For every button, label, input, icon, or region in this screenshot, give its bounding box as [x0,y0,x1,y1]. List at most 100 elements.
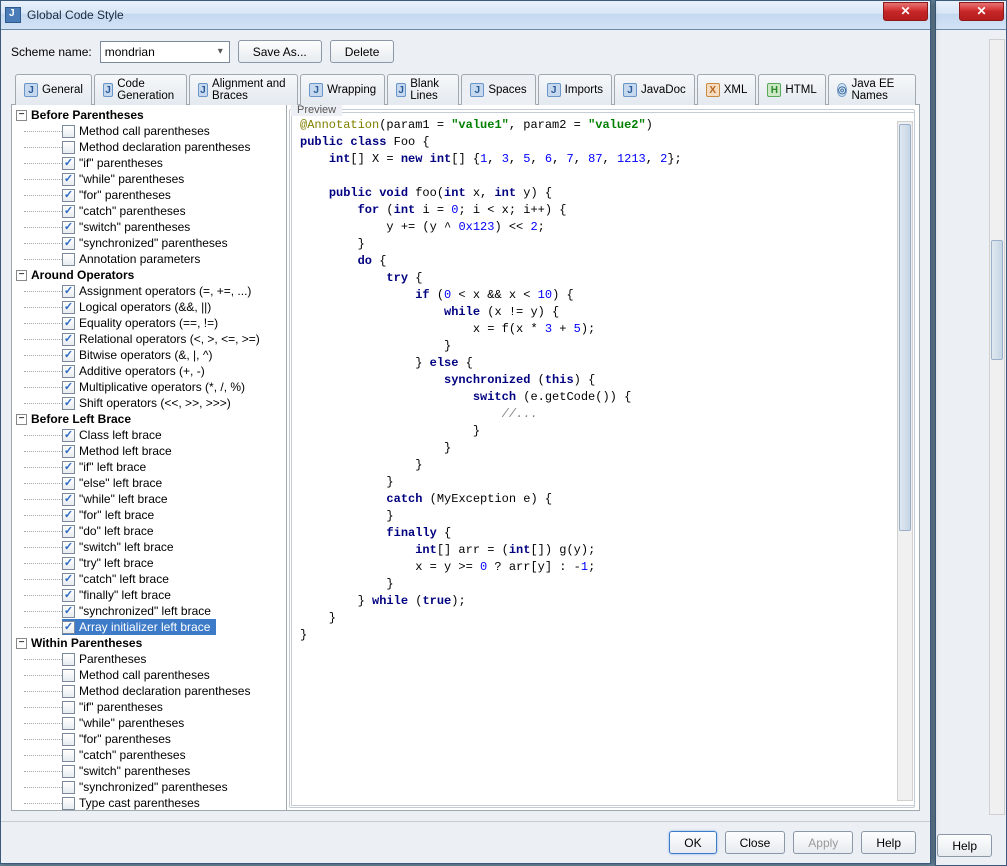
tree-checkbox[interactable] [62,621,75,634]
tree-item[interactable]: "synchronized" parentheses [12,779,286,795]
tree-item[interactable]: "finally" left brace [12,587,286,603]
titlebar[interactable]: Global Code Style ✕ [1,1,930,30]
tree-item[interactable]: "catch" parentheses [12,747,286,763]
save-as-button[interactable]: Save As... [238,40,322,63]
tree-item[interactable]: Method declaration parentheses [12,683,286,699]
tree-item[interactable]: Bitwise operators (&, |, ^) [12,347,286,363]
tree-checkbox[interactable] [62,333,75,346]
tab-spaces[interactable]: JSpaces [461,74,535,105]
tree-checkbox[interactable] [62,573,75,586]
background-scrollbar[interactable] [989,39,1005,815]
tree-checkbox[interactable] [62,605,75,618]
tree-checkbox[interactable] [62,349,75,362]
apply-button[interactable]: Apply [793,831,853,854]
tree-checkbox[interactable] [62,765,75,778]
tree-checkbox[interactable] [62,685,75,698]
tree-checkbox[interactable] [62,669,75,682]
tree-item[interactable]: "for" parentheses [12,187,286,203]
tree-item[interactable]: Array initializer left brace [12,619,286,635]
tree-header[interactable]: −Before Parentheses [12,107,286,123]
tree-checkbox[interactable] [62,189,75,202]
tree-item[interactable]: Method left brace [12,443,286,459]
tree-header[interactable]: −Before Left Brace [12,411,286,427]
tree-item[interactable]: "for" parentheses [12,731,286,747]
tree-checkbox[interactable] [62,125,75,138]
tree-checkbox[interactable] [62,717,75,730]
ok-button[interactable]: OK [669,831,716,854]
tree-item[interactable]: Equality operators (==, !=) [12,315,286,331]
tree-checkbox[interactable] [62,589,75,602]
preview-code[interactable]: @Annotation(param1 = "value1", param2 = … [291,112,915,806]
tree-checkbox[interactable] [62,301,75,314]
tree-item[interactable]: "catch" parentheses [12,203,286,219]
tree-checkbox[interactable] [62,541,75,554]
tab-alignment-and-braces[interactable]: JAlignment and Braces [189,74,298,105]
tab-javadoc[interactable]: JJavaDoc [614,74,695,105]
tree-toggle-icon[interactable]: − [16,638,27,649]
tree-item[interactable]: Multiplicative operators (*, /, %) [12,379,286,395]
tree-item[interactable]: "switch" left brace [12,539,286,555]
tree-checkbox[interactable] [62,797,75,810]
close-button[interactable]: ✕ [883,2,928,21]
tree-checkbox[interactable] [62,237,75,250]
scrollbar-thumb[interactable] [991,240,1003,360]
tree-item[interactable]: "do" left brace [12,523,286,539]
tree-checkbox[interactable] [62,365,75,378]
preview-scrollbar[interactable] [897,121,913,801]
tree-item[interactable]: "try" left brace [12,555,286,571]
tree-item[interactable]: "if" left brace [12,459,286,475]
tree-item[interactable]: "switch" parentheses [12,763,286,779]
close-dialog-button[interactable]: Close [725,831,786,854]
tree-checkbox[interactable] [62,141,75,154]
tree-toggle-icon[interactable]: − [16,414,27,425]
background-close-button[interactable]: ✕ [959,2,1004,21]
tree-item[interactable]: Method call parentheses [12,123,286,139]
tree-item[interactable]: Assignment operators (=, +=, ...) [12,283,286,299]
tree-item[interactable]: Relational operators (<, >, <=, >=) [12,331,286,347]
tree-item[interactable]: Shift operators (<<, >>, >>>) [12,395,286,411]
tree-header[interactable]: −Around Operators [12,267,286,283]
tree-item[interactable]: Class left brace [12,427,286,443]
scheme-select[interactable]: mondrian [100,41,230,63]
tree-checkbox[interactable] [62,445,75,458]
tree-checkbox[interactable] [62,285,75,298]
tab-xml[interactable]: XXML [697,74,757,105]
tab-blank-lines[interactable]: JBlank Lines [387,74,459,105]
tree-item[interactable]: Logical operators (&&, ||) [12,299,286,315]
tree-item[interactable]: "while" parentheses [12,171,286,187]
tree-checkbox[interactable] [62,157,75,170]
tree-checkbox[interactable] [62,525,75,538]
help-button[interactable]: Help [861,831,916,854]
tab-html[interactable]: HHTML [758,74,825,105]
tree-item[interactable]: "while" parentheses [12,715,286,731]
tree-item[interactable]: "for" left brace [12,507,286,523]
tree-item[interactable]: "if" parentheses [12,155,286,171]
tree-item[interactable]: Additive operators (+, -) [12,363,286,379]
tree-checkbox[interactable] [62,509,75,522]
tree-item[interactable]: "else" left brace [12,475,286,491]
tab-wrapping[interactable]: JWrapping [300,74,385,105]
tree-panel[interactable]: −Before ParenthesesMethod call parenthes… [12,105,287,810]
tree-item[interactable]: Annotation parameters [12,251,286,267]
tree-item[interactable]: "while" left brace [12,491,286,507]
delete-button[interactable]: Delete [330,40,395,63]
tab-code-generation[interactable]: JCode Generation [94,74,187,105]
tab-general[interactable]: JGeneral [15,74,92,105]
tree-toggle-icon[interactable]: − [16,270,27,281]
tree-checkbox[interactable] [62,733,75,746]
tree-checkbox[interactable] [62,557,75,570]
tree-checkbox[interactable] [62,493,75,506]
tree-toggle-icon[interactable]: − [16,110,27,121]
tree-checkbox[interactable] [62,749,75,762]
tree-item[interactable]: Method declaration parentheses [12,139,286,155]
tree-item[interactable]: Method call parentheses [12,667,286,683]
tree-item[interactable]: "catch" left brace [12,571,286,587]
tree-item[interactable]: "synchronized" left brace [12,603,286,619]
tab-java-ee-names[interactable]: ◎Java EE Names [828,74,916,105]
tree-item[interactable]: Parentheses [12,651,286,667]
tree-checkbox[interactable] [62,653,75,666]
tree-checkbox[interactable] [62,205,75,218]
tree-checkbox[interactable] [62,381,75,394]
tree-item[interactable]: "if" parentheses [12,699,286,715]
tab-imports[interactable]: JImports [538,74,612,105]
